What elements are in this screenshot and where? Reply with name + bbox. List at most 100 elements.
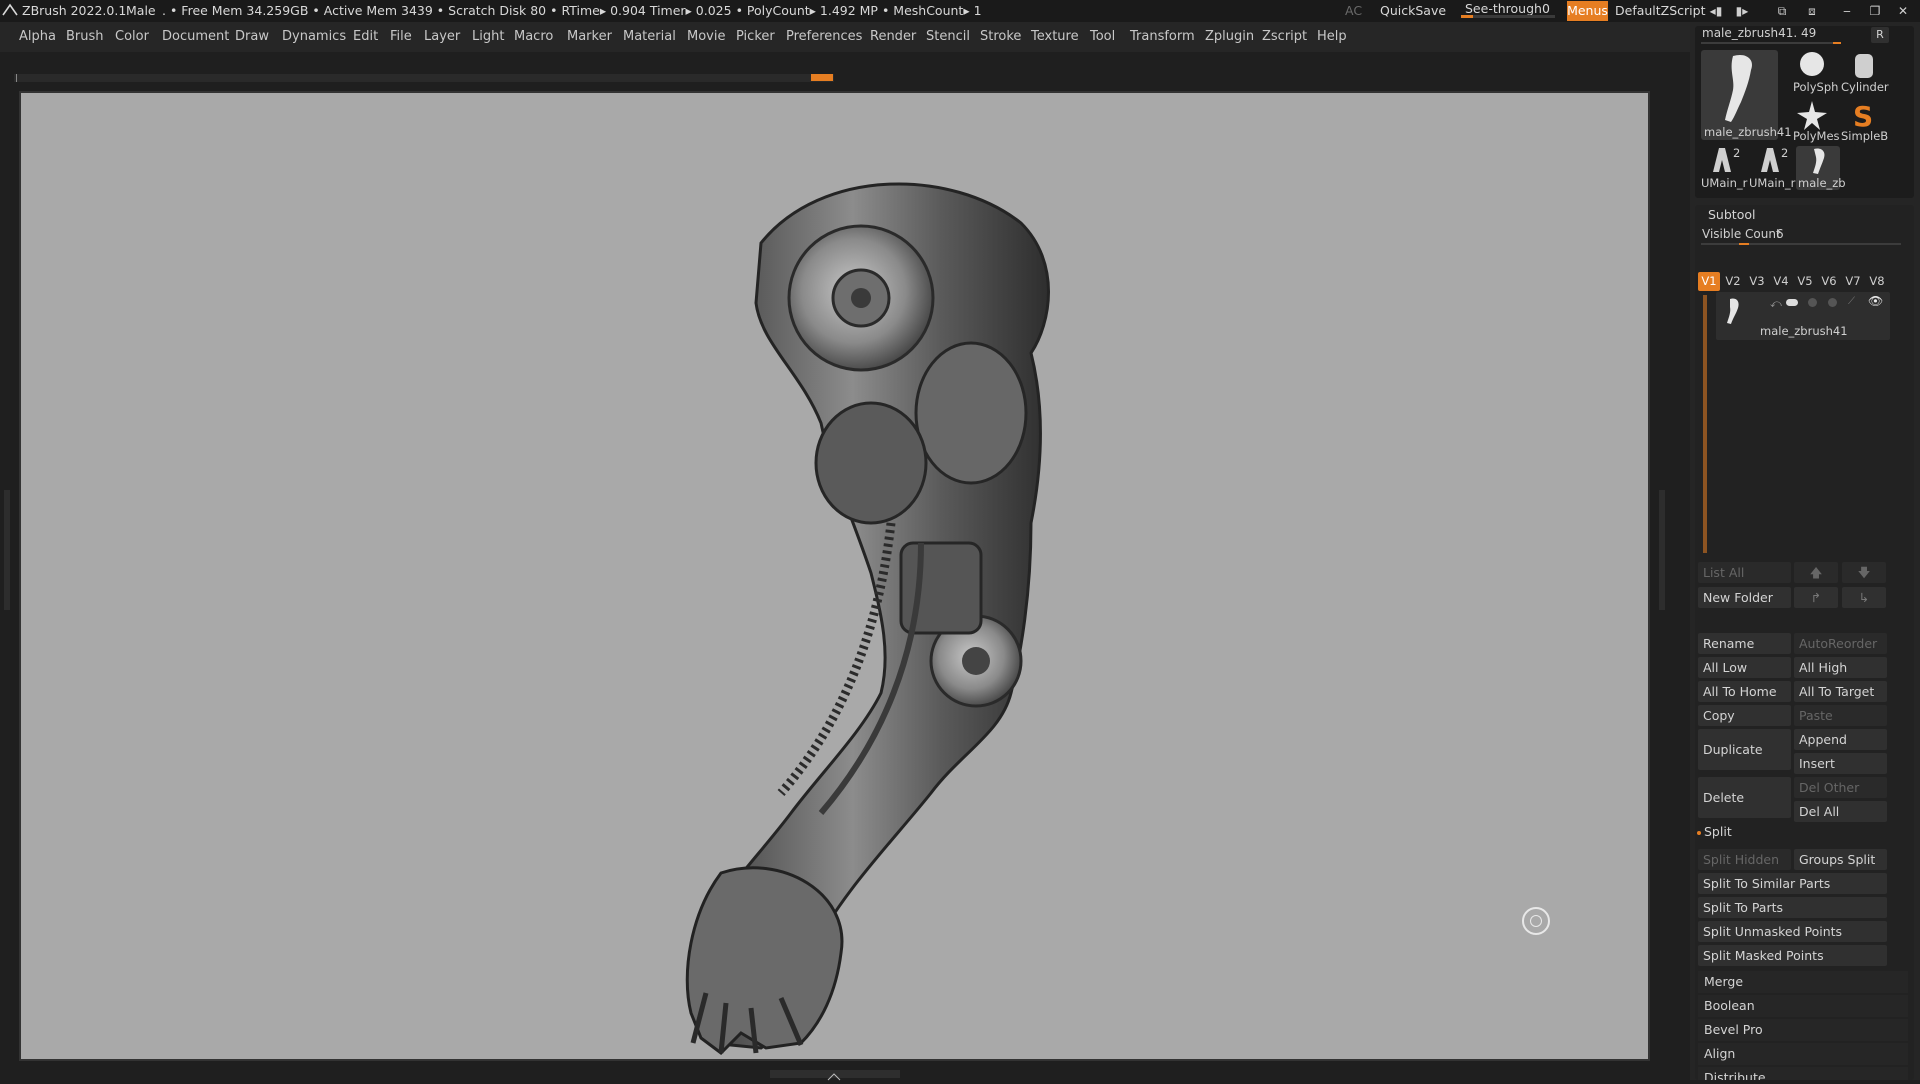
tool-r-button[interactable]: R [1871,27,1889,43]
menu-tool[interactable]: Tool [1090,29,1115,44]
split-unmasked-points-button[interactable]: Split Unmasked Points [1698,921,1887,942]
auto-reorder-button[interactable]: AutoReorder [1794,633,1887,654]
menu-stroke[interactable]: Stroke [980,29,1021,44]
version-v2[interactable]: V2 [1722,272,1744,291]
del-all-button[interactable]: Del All [1794,801,1887,822]
menu-picker[interactable]: Picker [736,29,775,44]
quicksave-button[interactable]: QuickSave [1380,3,1446,18]
menu-render[interactable]: Render [870,29,916,44]
menu-zplugin[interactable]: Zplugin [1205,29,1254,44]
menu-brush[interactable]: Brush [66,29,104,44]
rename-button[interactable]: Rename [1698,633,1791,654]
menu-alpha[interactable]: Alpha [19,29,56,44]
insert-button[interactable]: Insert [1794,753,1887,774]
menu-macro[interactable]: Macro [514,29,553,44]
paste-button[interactable]: Paste [1794,705,1887,726]
align-section[interactable]: Align [1698,1043,1908,1065]
all-high-button[interactable]: All High [1794,657,1887,678]
subtool-visibility-eye-icon[interactable]: 👁 [1868,294,1883,308]
merge-section[interactable]: Merge [1698,971,1908,993]
see-through-slider[interactable] [1461,15,1555,18]
groups-split-button[interactable]: Groups Split [1794,849,1887,870]
all-to-home-button[interactable]: All To Home [1698,681,1791,702]
split-header[interactable]: Split [1704,824,1732,839]
del-other-button[interactable]: Del Other [1794,777,1887,798]
split-hidden-button[interactable]: Split Hidden [1698,849,1791,870]
menu-help[interactable]: Help [1317,29,1347,44]
all-to-target-button[interactable]: All To Target [1794,681,1887,702]
restore-icon[interactable]: ⧈ [1803,2,1821,20]
menu-light[interactable]: Light [472,29,504,44]
copy-button[interactable]: Copy [1698,705,1791,726]
folder-indent-icon[interactable]: ↳ [1842,587,1886,608]
document-canvas[interactable] [19,91,1650,1061]
windows-icon[interactable]: ⧉ [1773,2,1791,20]
menus-toggle-button[interactable]: Menus [1567,1,1608,21]
navigation-gizmo[interactable] [1522,907,1550,935]
subtool-solo-icon[interactable] [1808,298,1817,307]
default-zscript-button[interactable]: DefaultZScript [1615,3,1706,18]
version-v8[interactable]: V8 [1866,272,1888,291]
menu-layer[interactable]: Layer [424,29,460,44]
menu-draw[interactable]: Draw [235,29,269,44]
menu-dynamics[interactable]: Dynamics [282,29,346,44]
version-v5[interactable]: V5 [1794,272,1816,291]
subtool-list-scrollbar[interactable] [1703,295,1707,553]
bottom-tray-handle[interactable] [770,1070,900,1081]
timeline-track[interactable] [14,74,834,82]
minimize-icon[interactable]: ‒ [1838,2,1856,20]
bevel-pro-section[interactable]: Bevel Pro [1698,1019,1908,1041]
left-tray-handle[interactable] [4,490,10,610]
tool-thumb-main[interactable]: male_zbrush41 [1701,50,1792,140]
new-folder-button[interactable]: New Folder [1698,587,1791,608]
all-low-button[interactable]: All Low [1698,657,1791,678]
folder-move-icon[interactable]: ↱ [1794,587,1838,608]
split-to-similar-parts-button[interactable]: Split To Similar Parts [1698,873,1887,894]
subtool-brush-icon[interactable]: ⤺ [1770,297,1782,311]
menu-file[interactable]: File [390,29,412,44]
timeline-marker[interactable] [811,74,833,81]
append-button[interactable]: Append [1794,729,1887,750]
version-v6[interactable]: V6 [1818,272,1840,291]
layout-left-icon[interactable]: ◂▮ [1707,2,1725,20]
split-masked-points-button[interactable]: Split Masked Points [1698,945,1887,966]
subtool-toggle-icon[interactable] [1786,299,1798,306]
delete-button[interactable]: Delete [1698,777,1791,818]
right-tray-handle[interactable] [1659,490,1665,610]
move-up-arrow-icon[interactable]: 🡅 [1794,562,1838,583]
tool-thumb-polymesh[interactable]: PolyMes [1793,99,1840,144]
tool-thumb-umain-2[interactable]: 2 UMain_r [1749,146,1795,190]
menu-marker[interactable]: Marker [567,29,612,44]
menu-texture[interactable]: Texture [1031,29,1079,44]
move-down-arrow-icon[interactable]: 🡇 [1842,562,1886,583]
distribute-section[interactable]: Distribute [1698,1067,1908,1080]
version-v4[interactable]: V4 [1770,272,1792,291]
tool-thumb-umain-1[interactable]: 2 UMain_r [1701,146,1747,190]
menu-stencil[interactable]: Stencil [926,29,970,44]
layout-right-icon[interactable]: ▮▸ [1733,2,1751,20]
subtool-lock-icon[interactable]: ⟋ [1848,296,1855,307]
menu-movie[interactable]: Movie [687,29,725,44]
split-to-parts-button[interactable]: Split To Parts [1698,897,1887,918]
tool-thumb-male-small[interactable]: male_zb [1796,146,1846,190]
tool-thumb-simplebrush[interactable]: S SimpleB [1841,99,1888,144]
boolean-section[interactable]: Boolean [1698,995,1908,1017]
menu-edit[interactable]: Edit [353,29,378,44]
version-v3[interactable]: V3 [1746,272,1768,291]
version-v7[interactable]: V7 [1842,272,1864,291]
tool-thumb-polysphere[interactable]: PolySph [1793,50,1838,95]
menu-transform[interactable]: Transform [1130,29,1195,44]
duplicate-button[interactable]: Duplicate [1698,729,1791,770]
maximize-icon[interactable]: ❐ [1866,2,1884,20]
subtool-item[interactable]: ⤺ ⟋ 👁 male_zbrush41 [1716,292,1890,340]
menu-preferences[interactable]: Preferences [786,29,862,44]
menu-material[interactable]: Material [623,29,676,44]
visible-count-slider[interactable] [1701,243,1901,245]
menu-zscript[interactable]: Zscript [1262,29,1307,44]
ac-button[interactable]: AC [1345,3,1362,18]
menu-document[interactable]: Document [162,29,229,44]
robot-arm-model[interactable] [21,93,1648,1059]
version-v1[interactable]: V1 [1698,272,1720,291]
subtool-header[interactable]: Subtool [1708,207,1755,222]
tool-slider[interactable] [1701,42,1841,44]
